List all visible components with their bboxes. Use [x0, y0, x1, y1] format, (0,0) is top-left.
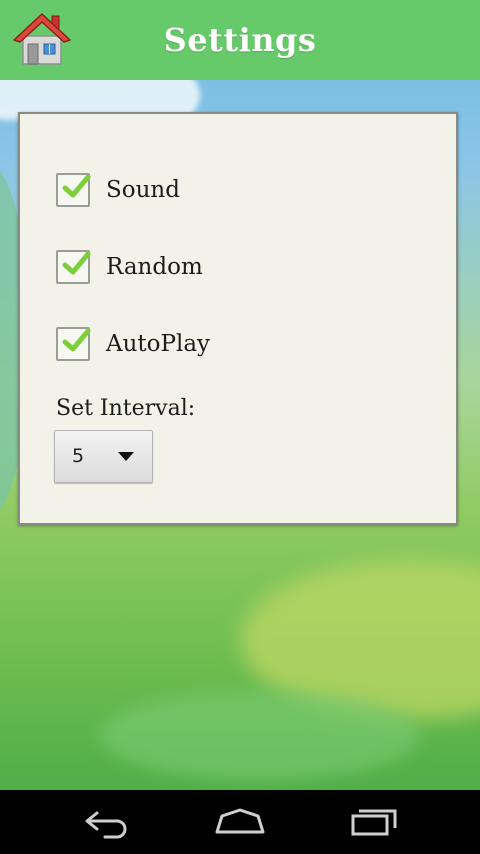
checkmark-icon	[62, 174, 91, 198]
autoplay-checkbox[interactable]	[56, 327, 91, 361]
home-icon	[215, 808, 265, 834]
interval-label: Set Interval:	[56, 396, 196, 421]
home-nav-button[interactable]	[210, 804, 270, 840]
sound-label: Sound	[106, 177, 180, 203]
random-checkbox[interactable]	[56, 250, 91, 284]
home-icon	[13, 13, 71, 65]
home-button[interactable]	[12, 10, 72, 68]
random-label: Random	[106, 254, 203, 280]
app-bar: Settings	[0, 0, 480, 80]
navigation-bar	[0, 790, 480, 854]
recents-icon	[351, 809, 397, 836]
autoplay-option[interactable]: AutoPlay	[56, 324, 210, 364]
back-button[interactable]	[77, 804, 137, 840]
dropdown-arrow-icon	[118, 452, 134, 461]
back-icon	[85, 811, 127, 839]
interval-dropdown[interactable]: 5	[54, 430, 153, 483]
recents-button[interactable]	[345, 804, 405, 840]
screen: Settings Sound Random AutoPlay Set Inter…	[0, 0, 480, 854]
autoplay-label: AutoPlay	[106, 331, 211, 357]
random-option[interactable]: Random	[56, 247, 203, 287]
background-meadow-glow	[100, 690, 420, 780]
settings-panel: Sound Random AutoPlay Set Interval: 5	[18, 112, 458, 525]
interval-value: 5	[72, 445, 85, 467]
page-title: Settings	[163, 21, 317, 59]
sound-option[interactable]: Sound	[56, 170, 180, 210]
checkmark-icon	[62, 328, 91, 352]
checkmark-icon	[62, 251, 91, 275]
sound-checkbox[interactable]	[56, 173, 91, 207]
